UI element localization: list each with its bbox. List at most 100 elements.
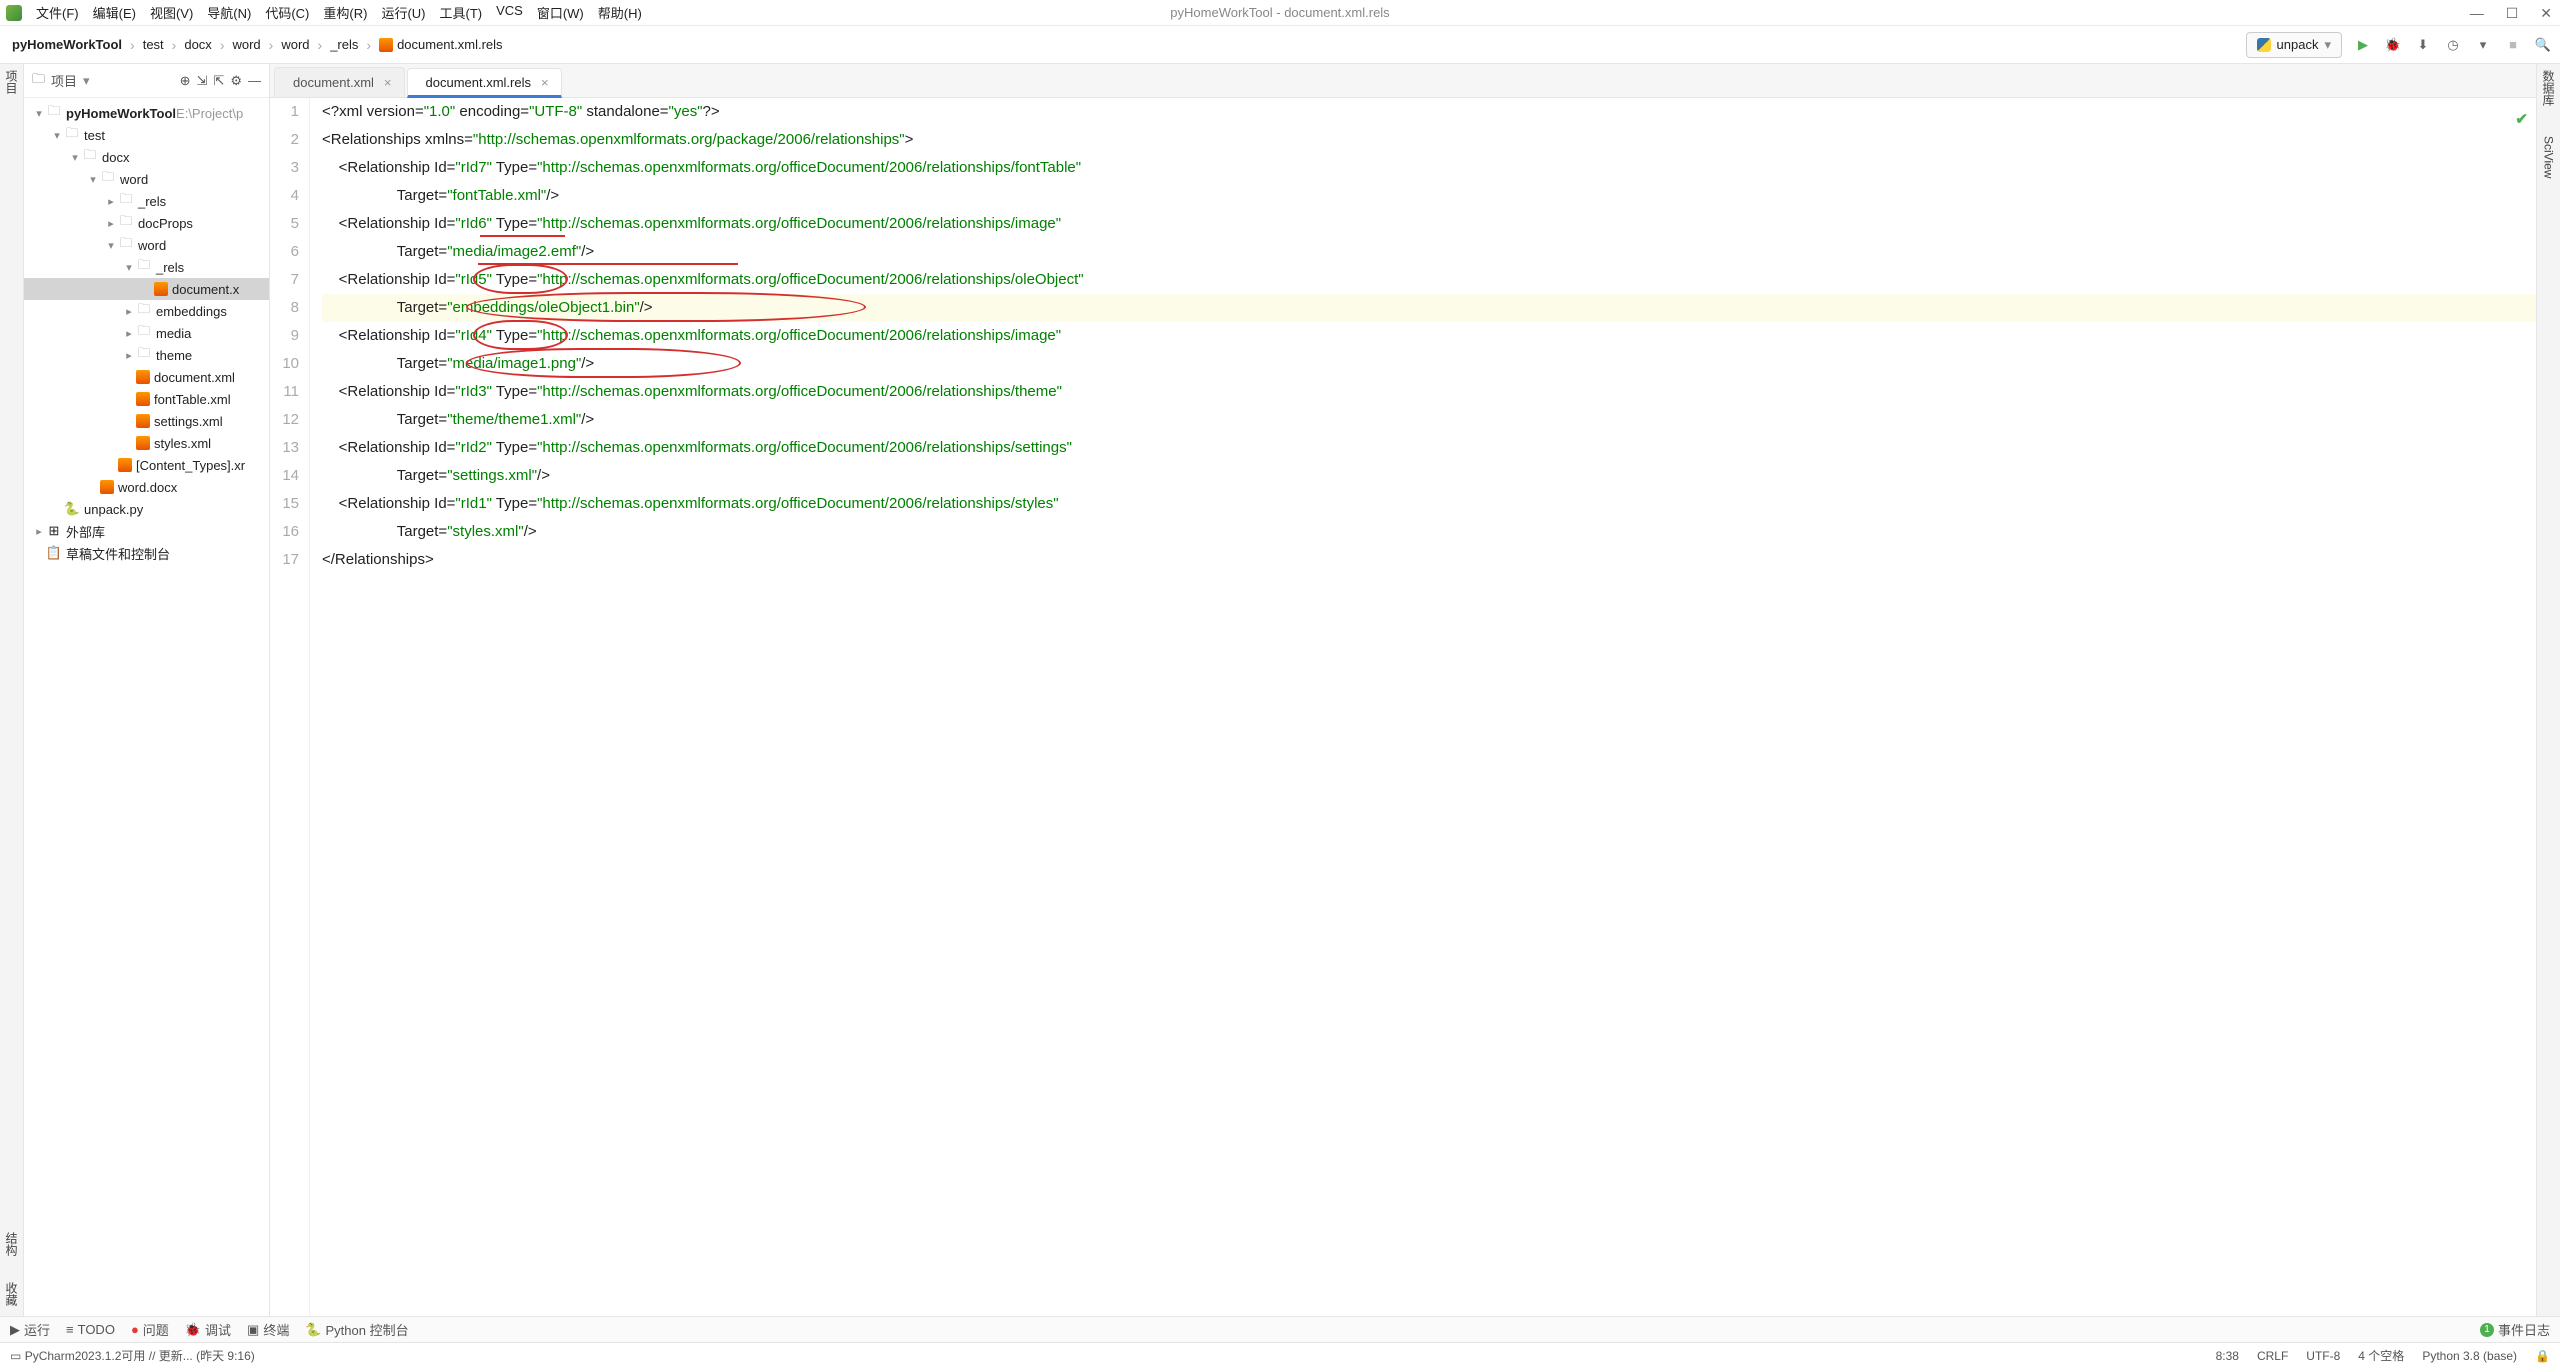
tree-row[interactable]: ▸⊞外部库 <box>24 520 269 542</box>
tree-twistie-icon[interactable]: ▸ <box>104 217 118 230</box>
more-icon[interactable]: ▾ <box>2474 36 2492 54</box>
btn-terminal[interactable]: ▣ 终端 <box>247 1320 289 1339</box>
code-line[interactable]: Target="settings.xml"/> <box>322 462 2536 490</box>
code-line[interactable]: <Relationship Id="rId6" Type="http://sch… <box>322 210 2536 238</box>
btn-run[interactable]: ▶ 运行 <box>10 1320 50 1339</box>
crumb-6[interactable]: document.xml.rels <box>375 35 506 54</box>
tree-row[interactable]: ▾🗀pyHomeWorkTool E:\Project\p <box>24 102 269 124</box>
menu-3[interactable]: 导航(N) <box>207 3 251 22</box>
tree-row[interactable]: document.x <box>24 278 269 300</box>
tree-twistie-icon[interactable]: ▾ <box>50 129 64 142</box>
tree-row[interactable]: ▾🗀_rels <box>24 256 269 278</box>
status-indent[interactable]: 4 个空格 <box>2358 1347 2404 1364</box>
tree-twistie-icon[interactable]: ▾ <box>86 173 100 186</box>
search-icon[interactable]: 🔍 <box>2534 36 2552 54</box>
status-encoding[interactable]: UTF-8 <box>2306 1349 2340 1363</box>
stop-icon[interactable]: ■ <box>2504 36 2522 54</box>
code-line[interactable]: Target="embeddings/oleObject1.bin"/> <box>322 294 2536 322</box>
code-line[interactable]: Target="media/image1.png"/> <box>322 350 2536 378</box>
btn-debug[interactable]: 🐞 调试 <box>185 1320 231 1339</box>
status-crlf[interactable]: CRLF <box>2257 1349 2288 1363</box>
tree-row[interactable]: 📋草稿文件和控制台 <box>24 542 269 564</box>
tree-row[interactable]: ▸🗀embeddings <box>24 300 269 322</box>
code-line[interactable]: <Relationships xmlns="http://schemas.ope… <box>322 126 2536 154</box>
crumb-1[interactable]: test <box>139 35 168 54</box>
tree-row[interactable]: ▸🗀docProps <box>24 212 269 234</box>
close-icon[interactable]: ✕ <box>2540 5 2552 22</box>
tree-row[interactable]: [Content_Types].xr <box>24 454 269 476</box>
btn-pyconsole[interactable]: 🐍 Python 控制台 <box>305 1320 408 1339</box>
menu-8[interactable]: VCS <box>496 3 523 22</box>
maximize-icon[interactable]: ☐ <box>2506 5 2519 22</box>
menu-6[interactable]: 运行(U) <box>381 3 425 22</box>
right-tab-database[interactable]: 数据库 <box>2540 70 2557 106</box>
code-line[interactable]: <Relationship Id="rId1" Type="http://sch… <box>322 490 2536 518</box>
gear-icon[interactable]: ⚙ <box>230 73 242 89</box>
btn-todo[interactable]: ≡ TODO <box>66 1322 115 1337</box>
crumb-4[interactable]: word <box>277 35 313 54</box>
minimize-icon[interactable]: — <box>2470 5 2484 21</box>
tree-row[interactable]: document.xml <box>24 366 269 388</box>
tree-row[interactable]: fontTable.xml <box>24 388 269 410</box>
btn-eventlog[interactable]: 1 事件日志 <box>2480 1320 2550 1339</box>
code-line[interactable]: </Relationships> <box>322 546 2536 574</box>
tree-row[interactable]: ▾🗀test <box>24 124 269 146</box>
menu-7[interactable]: 工具(T) <box>439 3 482 22</box>
crumb-3[interactable]: word <box>228 35 264 54</box>
run-icon[interactable]: ▶ <box>2354 36 2372 54</box>
tree-row[interactable]: ▸🗀theme <box>24 344 269 366</box>
run-config-dropdown[interactable]: unpack ▾ <box>2246 32 2342 58</box>
code-line[interactable]: <Relationship Id="rId5" Type="http://sch… <box>322 266 2536 294</box>
lock-icon[interactable]: 🔒 <box>2535 1349 2550 1363</box>
editor-tab[interactable]: document.xml× <box>274 67 405 97</box>
tree-twistie-icon[interactable]: ▸ <box>122 349 136 362</box>
code-line[interactable]: Target="styles.xml"/> <box>322 518 2536 546</box>
left-tab-favorites[interactable]: 收藏 <box>3 1282 20 1306</box>
editor-tab[interactable]: document.xml.rels× <box>407 68 562 98</box>
hide-icon[interactable]: — <box>248 73 261 88</box>
profile-icon[interactable]: ◷ <box>2444 36 2462 54</box>
menu-0[interactable]: 文件(F) <box>36 3 79 22</box>
code-line[interactable]: Target="media/image2.emf"/> <box>322 238 2536 266</box>
tree-row[interactable]: ▾🗀word <box>24 234 269 256</box>
tree-row[interactable]: settings.xml <box>24 410 269 432</box>
tree-row[interactable]: ▸🗀_rels <box>24 190 269 212</box>
target-icon[interactable]: ⊕ <box>180 73 191 89</box>
tree-row[interactable]: word.docx <box>24 476 269 498</box>
code-line[interactable]: Target="fontTable.xml"/> <box>322 182 2536 210</box>
tree-row[interactable]: ▾🗀docx <box>24 146 269 168</box>
menu-2[interactable]: 视图(V) <box>150 3 193 22</box>
tree-twistie-icon[interactable]: ▾ <box>68 151 82 164</box>
close-icon[interactable]: × <box>541 75 549 90</box>
left-tab-project[interactable]: 项目 <box>3 70 20 94</box>
status-interpreter[interactable]: Python 3.8 (base) <box>2422 1349 2517 1363</box>
right-tab-sciview[interactable]: SciView <box>2542 136 2556 178</box>
code-line[interactable]: <Relationship Id="rId7" Type="http://sch… <box>322 154 2536 182</box>
project-tree[interactable]: ▾🗀pyHomeWorkTool E:\Project\p▾🗀test▾🗀doc… <box>24 98 269 1316</box>
code-line[interactable]: <Relationship Id="rId4" Type="http://sch… <box>322 322 2536 350</box>
code-line[interactable]: <Relationship Id="rId3" Type="http://sch… <box>322 378 2536 406</box>
menu-4[interactable]: 代码(C) <box>265 3 309 22</box>
tree-row[interactable]: 🐍unpack.py <box>24 498 269 520</box>
crumb-5[interactable]: _rels <box>326 35 362 54</box>
tree-twistie-icon[interactable]: ▾ <box>32 107 46 120</box>
collapse-icon[interactable]: ⇱ <box>213 73 224 89</box>
menu-9[interactable]: 窗口(W) <box>537 3 584 22</box>
tree-twistie-icon[interactable]: ▸ <box>32 525 46 538</box>
status-pos[interactable]: 8:38 <box>2216 1349 2239 1363</box>
coverage-icon[interactable]: ⬇ <box>2414 36 2432 54</box>
code-line[interactable]: <Relationship Id="rId2" Type="http://sch… <box>322 434 2536 462</box>
btn-problems[interactable]: ● 问题 <box>131 1320 169 1339</box>
tree-twistie-icon[interactable]: ▸ <box>122 327 136 340</box>
debug-icon[interactable]: 🐞 <box>2384 36 2402 54</box>
tree-twistie-icon[interactable]: ▸ <box>104 195 118 208</box>
code-editor[interactable]: 1234567891011121314151617 <?xml version=… <box>270 98 2536 1316</box>
chevron-down-icon[interactable]: ▾ <box>83 73 90 89</box>
tree-twistie-icon[interactable]: ▾ <box>122 261 136 274</box>
close-icon[interactable]: × <box>384 75 392 90</box>
tree-twistie-icon[interactable]: ▾ <box>104 239 118 252</box>
menu-1[interactable]: 编辑(E) <box>93 3 136 22</box>
left-tab-structure[interactable]: 结构 <box>3 1232 20 1256</box>
expand-icon[interactable]: ⇲ <box>197 73 208 89</box>
code-line[interactable]: Target="theme/theme1.xml"/> <box>322 406 2536 434</box>
